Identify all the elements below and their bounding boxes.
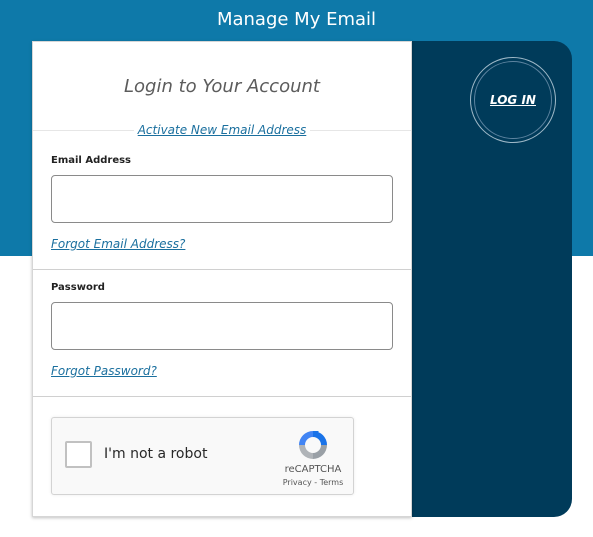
card-title: Login to Your Account (124, 76, 320, 97)
recaptcha-checkbox[interactable] (65, 441, 92, 468)
password-field[interactable] (51, 302, 393, 350)
section-divider (33, 269, 411, 270)
recaptcha-brand: reCAPTCHA (284, 464, 342, 475)
forgot-email-link[interactable]: Forgot Email Address? (51, 237, 185, 251)
section-divider (33, 396, 411, 397)
password-label: Password (51, 282, 105, 293)
recaptcha-privacy-link[interactable]: Privacy (283, 478, 312, 487)
activate-email-link[interactable]: Activate New Email Address (138, 123, 307, 137)
recaptcha-widget: I'm not a robot reCAPTCHA Privacy - Term… (51, 417, 354, 495)
email-label: Email Address (51, 155, 132, 166)
login-label: LOG IN (490, 93, 536, 107)
recaptcha-separator: - (311, 478, 320, 487)
recaptcha-legal: Privacy - Terms (282, 478, 344, 487)
login-circle-button[interactable]: LOG IN (470, 57, 556, 143)
recaptcha-terms-link[interactable]: Terms (320, 478, 344, 487)
forgot-password-link[interactable]: Forgot Password? (51, 364, 157, 378)
email-field[interactable] (51, 175, 393, 223)
page-title: Manage My Email (216, 9, 377, 30)
recaptcha-logo-icon (299, 431, 327, 459)
login-card: Login to Your Account Activate New Email… (32, 41, 412, 517)
recaptcha-label: I'm not a robot (104, 446, 208, 462)
